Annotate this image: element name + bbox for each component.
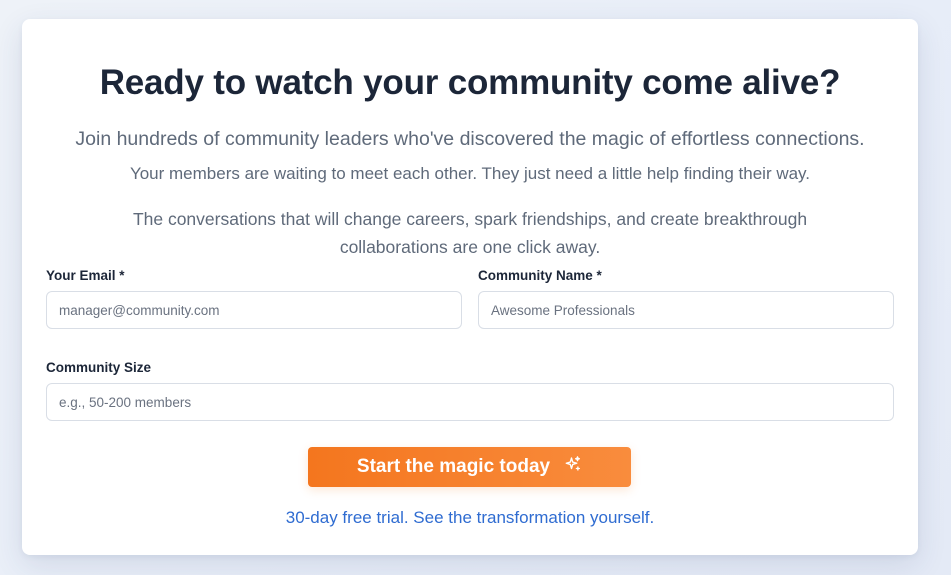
- signup-card: Ready to watch your community come alive…: [22, 19, 918, 555]
- community-name-field[interactable]: [478, 291, 894, 329]
- sparkles-icon: [564, 455, 582, 479]
- email-field[interactable]: [46, 291, 462, 329]
- lead-text: Join hundreds of community leaders who'v…: [75, 128, 865, 150]
- email-label: Your Email *: [46, 268, 125, 283]
- start-magic-button[interactable]: Start the magic today: [308, 447, 631, 487]
- community-size-label: Community Size: [46, 360, 152, 375]
- page-title: Ready to watch your community come alive…: [99, 63, 841, 102]
- start-magic-button-label: Start the magic today: [356, 456, 551, 477]
- free-trial-link[interactable]: 30-day free trial. See the transformatio…: [22, 508, 918, 528]
- community-size-field[interactable]: [46, 383, 894, 421]
- community-name-label: Community Name *: [478, 268, 602, 283]
- description-text: The conversations that will change caree…: [132, 209, 808, 257]
- sub-text: Your members are waiting to meet each ot…: [129, 164, 811, 183]
